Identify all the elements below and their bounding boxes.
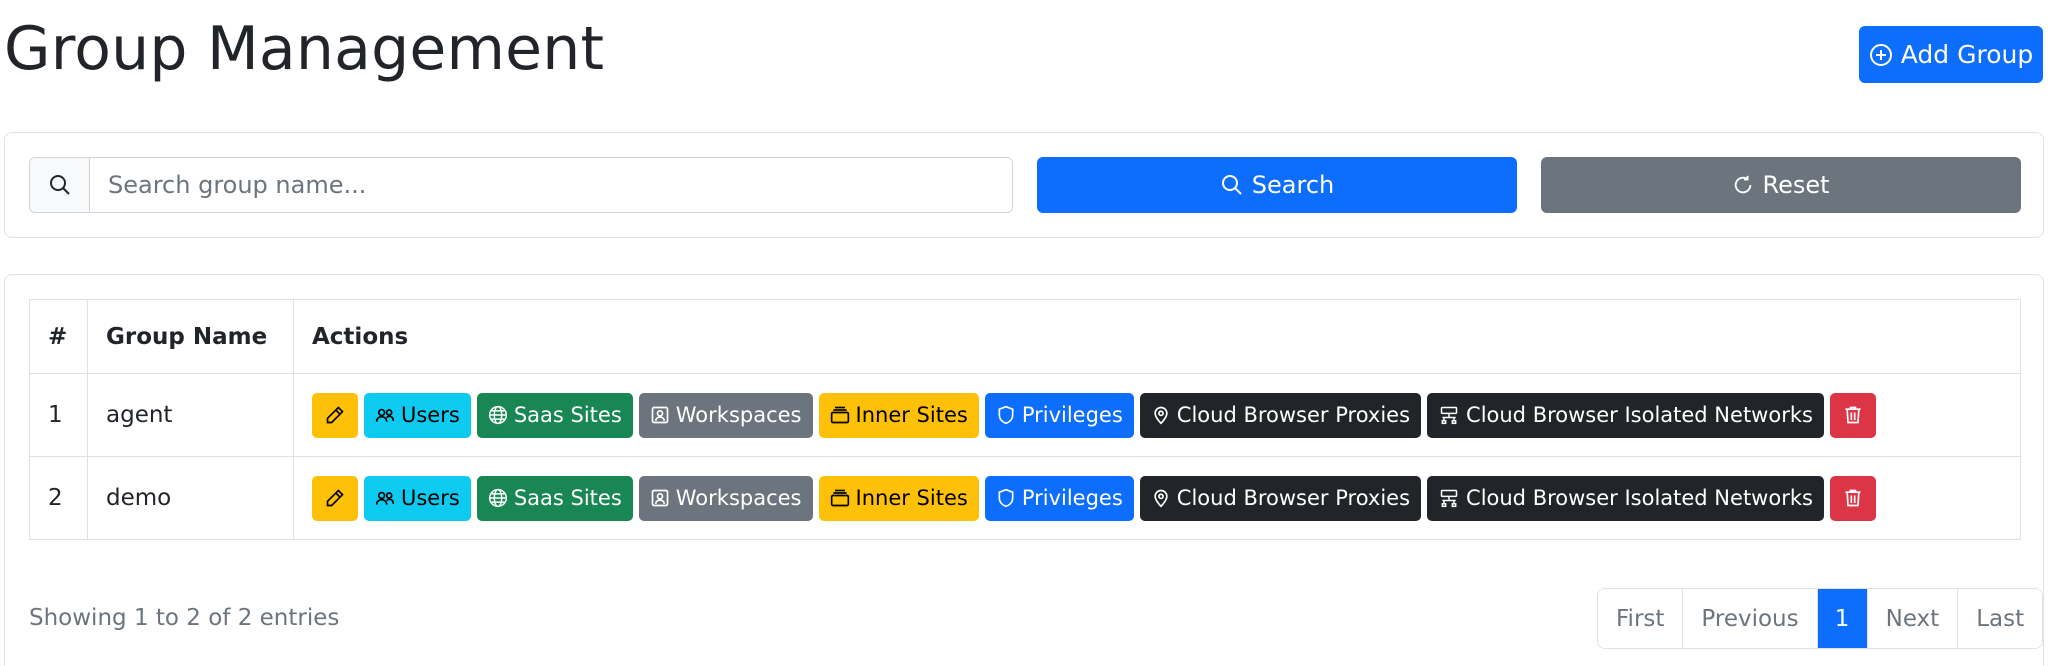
table-header-row: # Group Name Actions (29, 299, 2021, 374)
column-header-group-name: Group Name (87, 299, 294, 374)
row-group-name: agent (87, 373, 294, 457)
page-first[interactable]: First (1598, 589, 1684, 648)
saas-sites-button[interactable]: Saas Sites (476, 475, 633, 521)
search-button-label: Search (1251, 171, 1335, 199)
stack-icon (830, 406, 849, 424)
reset-button[interactable]: Reset (1541, 157, 2021, 213)
inner-sites-label: Inner Sites (855, 486, 968, 510)
delete-button[interactable] (1829, 475, 1876, 521)
refresh-icon (1735, 175, 1752, 194)
page-next[interactable]: Next (1867, 589, 1959, 648)
person-badge-icon (651, 406, 669, 424)
privileges-label: Privileges (1021, 486, 1123, 510)
row-actions: Users Saas Sites Workspaces Inner Sites … (293, 456, 2021, 540)
inner-sites-button[interactable]: Inner Sites (818, 392, 979, 438)
cloud-browser-proxies-button[interactable]: Cloud Browser Proxies (1139, 392, 1422, 438)
saas-sites-label: Saas Sites (513, 403, 622, 427)
page-last[interactable]: Last (1958, 589, 2043, 648)
search-icon (1221, 175, 1242, 195)
shield-icon (998, 488, 1014, 508)
trash-icon (1845, 406, 1861, 424)
location-pin-icon (1154, 406, 1168, 425)
network-icon (1440, 406, 1458, 425)
cloud-browser-proxies-label: Cloud Browser Proxies (1176, 403, 1411, 427)
users-label: Users (401, 486, 460, 510)
search-icon (49, 175, 70, 195)
cloud-browser-proxies-button[interactable]: Cloud Browser Proxies (1139, 475, 1422, 521)
entries-summary: Showing 1 to 2 of 2 entries (29, 605, 340, 631)
people-icon (375, 408, 395, 422)
cloud-browser-isolated-networks-button[interactable]: Cloud Browser Isolated Networks (1427, 392, 1824, 438)
search-input[interactable] (90, 158, 1012, 212)
workspaces-label: Workspaces (675, 403, 802, 427)
users-button[interactable]: Users (364, 475, 471, 521)
privileges-label: Privileges (1021, 403, 1123, 427)
reset-button-label: Reset (1762, 171, 1830, 199)
workspaces-button[interactable]: Workspaces (638, 392, 813, 438)
cloud-browser-isolated-networks-button[interactable]: Cloud Browser Isolated Networks (1427, 475, 1824, 521)
page-title: Group Management (4, 14, 605, 84)
cloud-browser-isolated-networks-label: Cloud Browser Isolated Networks (1466, 486, 1813, 510)
location-pin-icon (1154, 489, 1168, 508)
users-button[interactable]: Users (364, 392, 471, 438)
inner-sites-button[interactable]: Inner Sites (818, 475, 979, 521)
workspaces-label: Workspaces (675, 486, 802, 510)
row-actions: Users Saas Sites Workspaces Inner Sites … (293, 373, 2021, 457)
row-group-name: demo (87, 456, 294, 540)
page-current[interactable]: 1 (1817, 589, 1868, 648)
add-group-label: Add Group (1900, 40, 2034, 69)
privileges-button[interactable]: Privileges (984, 475, 1134, 521)
cloud-browser-isolated-networks-label: Cloud Browser Isolated Networks (1466, 403, 1813, 427)
table-card: # Group Name Actions 1 agent Users Saas … (4, 274, 2044, 666)
group-table: # Group Name Actions 1 agent Users Saas … (29, 299, 2021, 540)
column-header-actions: Actions (293, 299, 2021, 374)
delete-button[interactable] (1829, 392, 1876, 438)
shield-icon (998, 405, 1014, 425)
edit-button[interactable] (312, 392, 358, 438)
pencil-icon (326, 406, 344, 424)
plus-circle-icon (1869, 43, 1892, 66)
table-row: 1 agent Users Saas Sites Workspaces Inne… (29, 373, 2021, 457)
table-row: 2 demo Users Saas Sites Workspaces Inner… (29, 456, 2021, 540)
search-card: Search Reset (4, 132, 2044, 238)
page-previous[interactable]: Previous (1683, 589, 1818, 648)
column-header-index: # (29, 299, 88, 374)
trash-icon (1845, 489, 1861, 507)
workspaces-button[interactable]: Workspaces (638, 475, 813, 521)
saas-sites-label: Saas Sites (513, 486, 622, 510)
network-icon (1440, 489, 1458, 508)
globe-icon (488, 488, 507, 508)
users-label: Users (401, 403, 460, 427)
people-icon (375, 491, 395, 505)
pagination: First Previous 1 Next Last (1597, 588, 2044, 649)
add-group-button[interactable]: Add Group (1859, 26, 2043, 83)
inner-sites-label: Inner Sites (855, 403, 968, 427)
search-input-group (29, 157, 1013, 213)
edit-button[interactable] (312, 475, 358, 521)
row-index: 1 (29, 373, 88, 457)
saas-sites-button[interactable]: Saas Sites (476, 392, 633, 438)
cloud-browser-proxies-label: Cloud Browser Proxies (1176, 486, 1411, 510)
person-badge-icon (651, 489, 669, 507)
search-button[interactable]: Search (1037, 157, 1517, 213)
row-index: 2 (29, 456, 88, 540)
stack-icon (830, 489, 849, 507)
search-addon (30, 158, 90, 212)
pencil-icon (326, 489, 344, 507)
privileges-button[interactable]: Privileges (984, 392, 1134, 438)
globe-icon (488, 405, 507, 425)
